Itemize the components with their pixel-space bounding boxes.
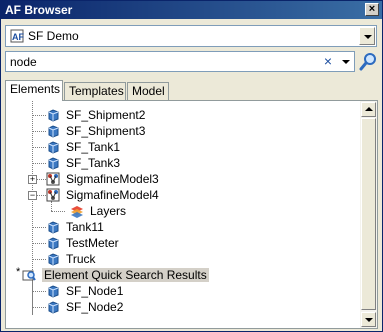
element-tree[interactable]: SF_Shipment2 SF_Shipment3 SF_Tank1 SF_Ta…	[6, 101, 361, 328]
element-cube-icon	[48, 237, 59, 250]
element-cube-icon	[48, 253, 59, 266]
tree-item[interactable]: + SigmafineModel3	[6, 171, 361, 187]
tree-line	[32, 163, 46, 164]
tree-item-search-results[interactable]: * Element Quick Search Results	[6, 266, 361, 283]
search-button[interactable]	[358, 51, 378, 72]
tree-item[interactable]: SF_Shipment3	[6, 123, 361, 139]
tree-item-label: Layers	[90, 204, 127, 218]
tree-item-label: SF_Tank3	[66, 156, 121, 170]
tree-item-label: SF_Node2	[66, 300, 124, 314]
model-icon	[46, 172, 60, 186]
tree-item[interactable]: Truck	[6, 251, 361, 267]
elements-panel: SF_Shipment2 SF_Shipment3 SF_Tank1 SF_Ta…	[5, 100, 378, 329]
window-title: AF Browser	[5, 3, 73, 17]
element-cube-icon	[48, 301, 59, 314]
search-history-dropdown[interactable]	[339, 53, 353, 70]
af-browser-window: AF Browser × AF SF Demo × Elements Templ…	[0, 0, 383, 332]
tree-item[interactable]: SF_Tank1	[6, 139, 361, 155]
element-cube-icon	[48, 221, 59, 234]
search-results-icon	[22, 270, 36, 281]
tree-line	[32, 227, 46, 228]
tree-line	[32, 307, 46, 308]
tree-line	[32, 291, 46, 292]
tree-item-label: SF_Tank1	[66, 140, 121, 154]
scroll-up-button[interactable]	[361, 102, 376, 117]
model-icon	[46, 188, 60, 202]
server-dropdown-button[interactable]	[359, 27, 375, 45]
tree-item[interactable]: SF_Tank3	[6, 155, 361, 171]
server-name: SF Demo	[28, 29, 79, 43]
tree-item-label: SF_Node1	[66, 284, 124, 298]
tree-item-label: Truck	[66, 252, 96, 266]
af-database-icon: AF	[10, 29, 24, 43]
element-cube-icon	[48, 141, 59, 154]
element-cube-icon	[48, 109, 59, 122]
tree-item[interactable]: SF_Node2	[6, 299, 361, 315]
tree-item[interactable]: Tank11	[6, 219, 361, 235]
tree-item-label: SF_Shipment2	[66, 108, 146, 122]
tree-item-label: SigmafineModel3	[66, 172, 159, 186]
element-cube-icon	[48, 157, 59, 170]
tree-line	[32, 115, 46, 116]
element-cube-icon	[48, 285, 59, 298]
tree-item[interactable]: SF_Shipment2	[6, 107, 361, 123]
badge-star: *	[16, 266, 21, 278]
server-selector[interactable]: AF SF Demo	[5, 25, 377, 47]
tree-line	[37, 179, 46, 180]
search-input[interactable]	[8, 53, 308, 70]
tree-item-label: TestMeter	[66, 236, 119, 250]
expand-icon[interactable]: +	[28, 175, 37, 184]
svg-text:AF: AF	[12, 32, 24, 42]
scroll-down-button[interactable]	[361, 312, 376, 327]
tab-templates[interactable]: Templates	[64, 82, 126, 100]
clear-search-icon[interactable]: ×	[321, 53, 335, 70]
close-button[interactable]: ×	[365, 3, 379, 16]
element-cube-icon	[48, 125, 59, 138]
tree-line	[32, 243, 46, 244]
title-bar[interactable]: AF Browser ×	[1, 1, 382, 19]
tree-item-label: SigmafineModel4	[66, 188, 159, 202]
tree-line	[32, 131, 46, 132]
tree-item[interactable]: Layers	[6, 203, 361, 219]
tab-strip: Elements Templates Model	[5, 80, 377, 101]
tree-item[interactable]: SF_Node1	[6, 283, 361, 299]
collapse-icon[interactable]: −	[28, 191, 37, 200]
tab-model[interactable]: Model	[127, 82, 169, 100]
tree-line	[32, 147, 46, 148]
vertical-scrollbar[interactable]	[360, 101, 377, 328]
tree-line	[32, 259, 46, 260]
layers-icon	[71, 206, 83, 218]
tree-line	[51, 211, 65, 212]
tree-item[interactable]: TestMeter	[6, 235, 361, 251]
tree-item-label: Tank11	[66, 220, 104, 234]
tree-item-label: SF_Shipment3	[66, 124, 146, 138]
scroll-thumb[interactable]	[361, 118, 376, 310]
tree-line	[37, 195, 46, 196]
tree-item[interactable]: − SigmafineModel4	[6, 187, 361, 203]
tree-item-label: Element Quick Search Results	[42, 268, 209, 282]
search-field[interactable]: ×	[5, 51, 355, 72]
tab-elements[interactable]: Elements	[5, 80, 63, 101]
